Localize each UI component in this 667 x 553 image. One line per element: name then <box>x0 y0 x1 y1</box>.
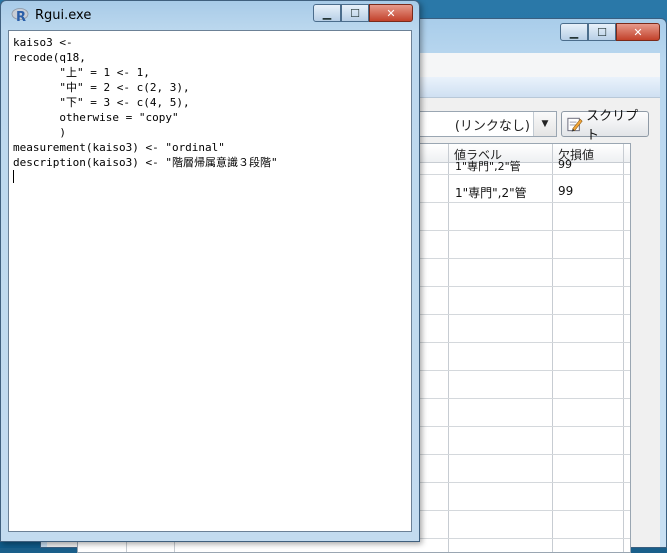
code-line: "中" = 2 <- c(2, 3), <box>13 81 190 94</box>
minimize-button[interactable]: ▁ <box>313 4 341 22</box>
window-caption-buttons: ▁ ☐ ✕ <box>560 23 660 41</box>
link-dropdown[interactable]: (リンクなし) ▼ <box>417 111 557 137</box>
minimize-button[interactable]: ▁ <box>560 23 588 41</box>
maximize-button[interactable]: ☐ <box>588 23 616 41</box>
code-line: kaiso3 <- <box>13 36 73 49</box>
cell-missing[interactable]: 99 <box>558 184 573 198</box>
script-editor[interactable]: kaiso3 <- recode(q18, "上" = 1 <- 1, "中" … <box>8 30 412 532</box>
cell-value-labels[interactable]: 1"専門",2"管 <box>455 184 527 201</box>
script-button-label: スクリプト <box>586 109 639 143</box>
code-line: measurement(kaiso3) <- "ordinal" <box>13 141 225 154</box>
cell-missing-partial[interactable]: 99 <box>558 158 572 171</box>
cell-value-labels-partial[interactable]: 1"専門",2"管 <box>455 158 521 174</box>
r-logo-icon: R <box>11 8 29 23</box>
code-line: ) <box>13 126 66 139</box>
window-title-bar: R Rgui.exe <box>11 7 91 23</box>
svg-text:R: R <box>16 10 26 23</box>
window-caption-buttons: ▁ ☐ ✕ <box>313 4 413 22</box>
column-divider <box>448 144 449 552</box>
close-button[interactable]: ✕ <box>369 4 413 22</box>
code-line: "下" = 3 <- c(4, 5), <box>13 96 190 109</box>
link-dropdown-value: (リンクなし) <box>454 118 530 134</box>
code-line: otherwise = "copy" <box>13 111 179 124</box>
code-text[interactable]: kaiso3 <- recode(q18, "上" = 1 <- 1, "中" … <box>13 35 278 170</box>
code-line: description(kaiso3) <- "階層帰属意識３段階" <box>13 156 278 169</box>
window-title: Rgui.exe <box>35 7 92 23</box>
code-line: "上" = 1 <- 1, <box>13 66 150 79</box>
close-button[interactable]: ✕ <box>616 23 660 41</box>
column-divider <box>552 144 553 552</box>
script-button[interactable]: スクリプト <box>561 109 649 143</box>
code-line: recode(q18, <box>13 51 86 64</box>
maximize-button[interactable]: ☐ <box>341 4 369 22</box>
column-divider <box>623 144 624 552</box>
text-cursor <box>13 170 14 183</box>
chevron-down-icon[interactable]: ▼ <box>533 112 556 136</box>
rgui-editor-window[interactable]: R Rgui.exe ▁ ☐ ✕ kaiso3 <- recode(q18, "… <box>0 0 420 542</box>
pencil-icon <box>567 117 583 132</box>
